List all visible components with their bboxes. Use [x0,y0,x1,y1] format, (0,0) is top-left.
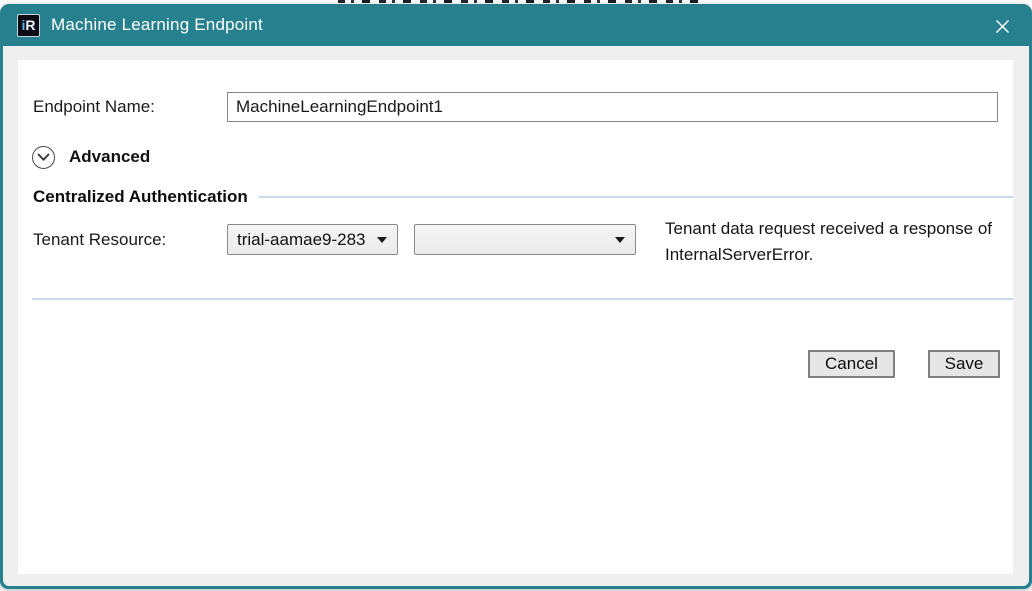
tenant-error-line1: Tenant data request received a response … [665,216,992,242]
tenant-error-line2: InternalServerError. [665,242,992,268]
tenant-secondary-dropdown[interactable] [414,224,636,255]
section-title: Centralized Authentication [33,187,248,207]
titlebar[interactable]: iR Machine Learning Endpoint [0,4,1032,46]
tenant-resource-value: trial-aamae9-283 [237,230,366,250]
background-window-artifacts [338,0,706,3]
dialog-content: Endpoint Name: Advanced Centralized Auth… [18,60,1013,574]
tenant-error-message: Tenant data request received a response … [665,216,992,268]
endpoint-name-input[interactable] [227,92,998,122]
dropdown-arrow-icon [615,237,625,243]
close-icon [995,19,1010,34]
dropdown-arrow-icon [377,237,387,243]
dialog-frame: Endpoint Name: Advanced Centralized Auth… [3,46,1029,586]
advanced-label: Advanced [69,147,150,167]
advanced-expander[interactable]: Advanced [32,144,150,170]
app-icon: iR [17,14,40,37]
tenant-resource-dropdown[interactable]: trial-aamae9-283 [227,224,398,255]
cancel-button[interactable]: Cancel [808,350,895,378]
tenant-resource-label: Tenant Resource: [33,224,166,255]
endpoint-name-label: Endpoint Name: [33,92,155,122]
close-button[interactable] [985,11,1019,41]
app-icon-letter-r: R [25,18,35,32]
window-title: Machine Learning Endpoint [51,15,263,35]
content-divider-line [32,298,1013,300]
chevron-down-circle-icon [32,146,55,169]
dialog-window: iR Machine Learning Endpoint Endpoint Na… [0,4,1032,589]
save-button[interactable]: Save [928,350,1000,378]
section-header: Centralized Authentication [33,186,1013,208]
section-divider-line [259,196,1013,198]
